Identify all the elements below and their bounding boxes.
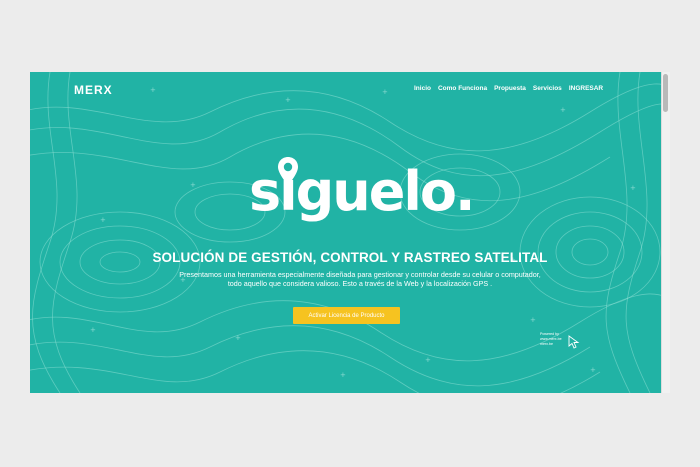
hero-description-line-1: Presentamos una herramienta especialment… bbox=[179, 270, 541, 279]
location-pin-icon bbox=[278, 157, 298, 185]
merx-logo[interactable]: MERX bbox=[74, 83, 113, 97]
nav-propuesta[interactable]: Propuesta bbox=[494, 85, 526, 92]
svg-text:+: + bbox=[235, 334, 241, 342]
scrollbar[interactable] bbox=[661, 72, 670, 393]
main-nav: Inicio Como Funciona Propuesta Servicios… bbox=[414, 85, 603, 92]
svg-text:+: + bbox=[150, 86, 156, 94]
scrollbar-thumb[interactable] bbox=[663, 74, 668, 112]
svg-text:+: + bbox=[560, 106, 566, 114]
nav-inicio[interactable]: Inicio bbox=[414, 85, 431, 92]
svg-text:+: + bbox=[340, 371, 346, 379]
powered-by-badge[interactable]: Powered by www.merx.be merx.be bbox=[540, 332, 584, 354]
svg-text:+: + bbox=[90, 326, 96, 334]
browser-viewport: + + + + + + + + + + + + + + + MERX Inicio Como Fun… bbox=[30, 72, 670, 393]
svg-text:+: + bbox=[530, 316, 536, 324]
hero-headline: SOLUCIÓN DE GESTIÓN, CONTROL Y RASTREO S… bbox=[152, 250, 548, 265]
svg-text:+: + bbox=[590, 366, 596, 374]
svg-text:+: + bbox=[100, 216, 106, 224]
svg-text:+: + bbox=[190, 181, 196, 189]
activate-license-button[interactable]: Activar Licencia de Producto bbox=[293, 307, 400, 324]
nav-servicios[interactable]: Servicios bbox=[533, 85, 562, 92]
svg-text:+: + bbox=[382, 88, 388, 96]
svg-text:+: + bbox=[425, 356, 431, 364]
hero-description-line-2: todo aquello que considera valioso. Esto… bbox=[227, 279, 493, 288]
nav-ingresar[interactable]: INGRESAR bbox=[569, 85, 603, 92]
nav-como-funciona[interactable]: Como Funciona bbox=[438, 85, 487, 92]
siguelo-brand: siguelo. bbox=[249, 156, 475, 226]
hero-description: Presentamos una herramienta especialment… bbox=[160, 270, 560, 288]
svg-text:+: + bbox=[630, 184, 636, 192]
svg-text:+: + bbox=[285, 96, 291, 104]
cursor-arrow-icon bbox=[568, 335, 580, 349]
